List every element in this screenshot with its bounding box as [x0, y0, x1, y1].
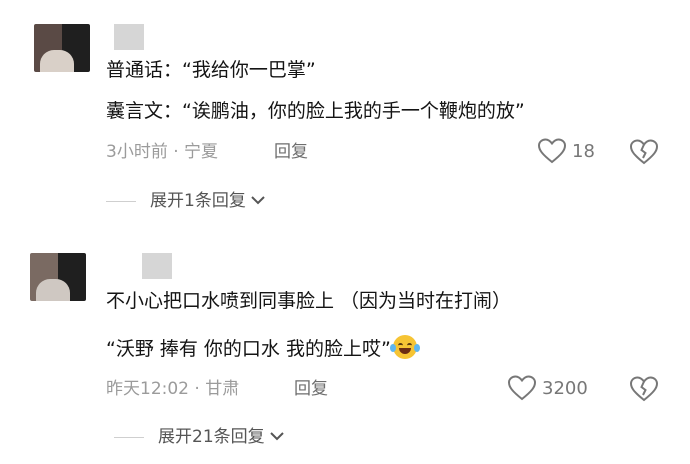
divider-dash	[114, 436, 144, 438]
comment-text: “沃野 捧有 你的口水 我的脸上哎”	[106, 338, 391, 360]
meta-separator: ·	[173, 142, 179, 162]
dislike-button[interactable]	[630, 376, 658, 402]
comment-text-line: “沃野 捧有 你的口水 我的脸上哎”	[106, 335, 420, 362]
comment-time: 昨天12:02	[106, 379, 189, 399]
reply-button[interactable]: 回复	[294, 378, 328, 400]
reply-button[interactable]: 回复	[274, 141, 308, 163]
username-redacted[interactable]	[142, 253, 172, 279]
expand-replies-button[interactable]: 展开21条回复	[114, 426, 285, 448]
like-count: 3200	[542, 377, 588, 399]
comment-location: 甘肃	[205, 379, 240, 399]
laughing-crying-emoji	[389, 335, 420, 359]
heart-icon	[538, 138, 566, 164]
comment-text-line: 囊言文：“诶鹏油，你的脸上我的手一个鞭炮的放”	[106, 100, 525, 122]
dislike-button[interactable]	[630, 139, 658, 165]
broken-heart-icon	[630, 376, 658, 402]
like-button[interactable]: 3200	[508, 375, 588, 401]
broken-heart-icon	[630, 139, 658, 165]
comment-text-line: 普通话：“我给你一巴掌”	[106, 59, 316, 81]
comment-meta: 3小时前 · 宁夏	[106, 141, 218, 163]
meta-separator: ·	[194, 379, 200, 399]
like-count: 18	[572, 140, 595, 162]
chevron-down-icon	[269, 426, 285, 448]
comment-meta: 昨天12:02 · 甘肃	[106, 378, 239, 400]
comment-location: 宁夏	[184, 142, 219, 162]
username-redacted[interactable]	[114, 24, 144, 50]
heart-icon	[508, 375, 536, 401]
expand-replies-label: 展开21条回复	[158, 427, 265, 447]
avatar[interactable]	[30, 253, 86, 301]
comment-time: 3小时前	[106, 142, 168, 162]
expand-replies-label: 展开1条回复	[150, 191, 246, 211]
expand-replies-button[interactable]: 展开1条回复	[106, 190, 266, 212]
comment-text-line: 不小心把口水喷到同事脸上 （因为当时在打闹）	[106, 290, 512, 312]
chevron-down-icon	[250, 190, 266, 212]
avatar[interactable]	[34, 24, 90, 72]
like-button[interactable]: 18	[538, 138, 595, 164]
divider-dash	[106, 200, 136, 202]
